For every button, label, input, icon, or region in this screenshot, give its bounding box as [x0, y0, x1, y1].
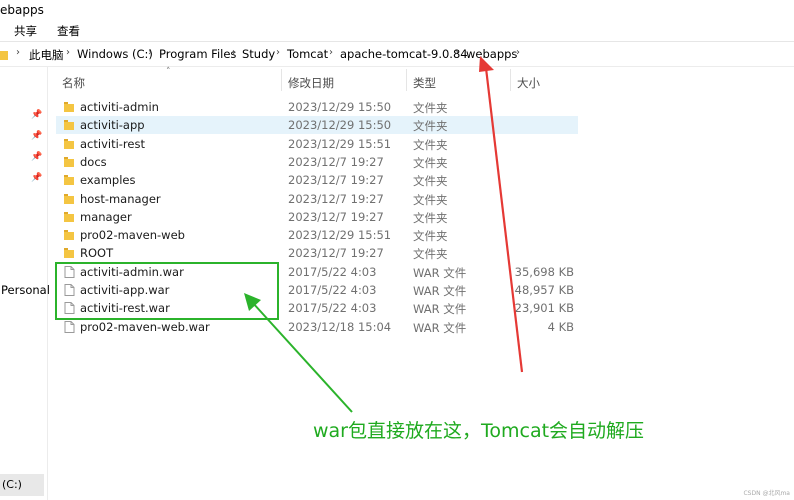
watermark: CSDN @北风ma [743, 490, 790, 497]
annotation-caption: war包直接放在这，Tomcat会自动解压 [313, 420, 645, 442]
arrow-head-icon [479, 56, 494, 72]
